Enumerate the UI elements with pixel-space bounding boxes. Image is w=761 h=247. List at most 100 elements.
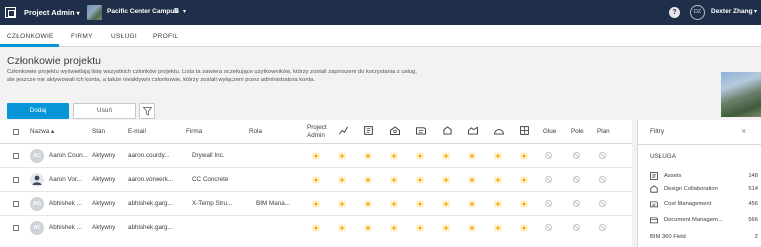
member-role: BIM Mana... xyxy=(256,200,290,207)
chevron-down-icon[interactable]: ▾ xyxy=(754,8,757,15)
service-active-icon[interactable] xyxy=(416,224,424,232)
service-active-icon[interactable] xyxy=(494,224,502,232)
filter-item-assets[interactable]: Assets 148 xyxy=(650,172,760,182)
tab-profile[interactable]: PROFIL xyxy=(153,33,178,40)
table-row[interactable]: AG Abhishek ... Aktywny abhishek.garg...… xyxy=(0,192,632,216)
member-company: Drywall Inc. xyxy=(192,152,225,159)
service-active-icon[interactable] xyxy=(312,176,320,184)
remove-button[interactable]: Usuń xyxy=(73,103,136,119)
chevron-down-icon: ▾ xyxy=(76,11,80,17)
service-active-icon[interactable] xyxy=(364,200,372,208)
help-icon[interactable]: ? xyxy=(669,7,680,18)
service-disabled-icon xyxy=(545,152,552,159)
project-thumbnail[interactable] xyxy=(87,5,102,20)
filter-button[interactable] xyxy=(139,103,155,119)
service-active-icon[interactable] xyxy=(338,200,346,208)
service-active-icon[interactable] xyxy=(364,152,372,160)
service-active-icon[interactable] xyxy=(390,200,398,208)
service-active-icon[interactable] xyxy=(390,224,398,232)
service-active-icon[interactable] xyxy=(390,152,398,160)
select-all-checkbox[interactable] xyxy=(13,129,19,135)
filter-item-label: Design Collaboration xyxy=(664,186,718,192)
row-checkbox[interactable] xyxy=(13,225,19,231)
service-active-icon[interactable] xyxy=(494,176,502,184)
column-header-glue[interactable]: Glue xyxy=(543,128,556,135)
member-email: aaron.vorwerk... xyxy=(128,176,174,183)
filter-item-count: 566 xyxy=(748,217,758,223)
model-icon xyxy=(468,126,478,135)
member-status: Aktywny xyxy=(92,152,116,159)
build-icon xyxy=(390,126,400,135)
user-avatar[interactable]: DZ xyxy=(690,5,705,20)
filter-icon xyxy=(143,107,152,116)
service-active-icon[interactable] xyxy=(520,152,528,160)
service-active-icon[interactable] xyxy=(312,152,320,160)
field-icon xyxy=(494,129,504,135)
column-header-plan[interactable]: Plan xyxy=(597,128,610,135)
tab-members[interactable]: CZŁONKOWIE xyxy=(7,33,54,40)
member-email: abhishek.garg... xyxy=(128,224,173,231)
service-disabled-icon xyxy=(545,224,552,231)
service-active-icon[interactable] xyxy=(442,200,450,208)
filter-item-design-collaboration[interactable]: Design Collaboration 514 xyxy=(650,185,760,195)
service-active-icon[interactable] xyxy=(468,224,476,232)
service-active-icon[interactable] xyxy=(468,152,476,160)
column-header-project-admin[interactable]: Project Admin xyxy=(307,124,331,139)
row-checkbox[interactable] xyxy=(13,201,19,207)
service-active-icon[interactable] xyxy=(312,224,320,232)
tab-companies[interactable]: FIRMY xyxy=(71,33,93,40)
column-header-field[interactable]: Pole xyxy=(571,128,584,135)
service-active-icon[interactable] xyxy=(442,176,450,184)
service-active-icon[interactable] xyxy=(468,200,476,208)
app-switcher[interactable]: Project Admin ▾ xyxy=(24,8,80,17)
service-active-icon[interactable] xyxy=(416,200,424,208)
column-header-role[interactable]: Rola xyxy=(249,128,262,135)
row-checkbox[interactable] xyxy=(13,177,19,183)
column-header-status[interactable]: Stan xyxy=(92,128,105,135)
service-active-icon[interactable] xyxy=(416,152,424,160)
service-active-icon[interactable] xyxy=(390,176,398,184)
service-active-icon[interactable] xyxy=(494,152,502,160)
table-row[interactable]: AC Aaron Coun... Aktywny aaron.courdy...… xyxy=(0,144,632,168)
add-button[interactable]: Dodaj xyxy=(7,103,69,119)
filter-item-label: Assets xyxy=(664,173,682,179)
member-name[interactable]: Abhishek ... xyxy=(49,224,89,231)
service-active-icon[interactable] xyxy=(338,152,346,160)
service-active-icon[interactable] xyxy=(364,176,372,184)
service-active-icon[interactable] xyxy=(338,176,346,184)
filter-item-label: Document Managem... xyxy=(664,217,723,223)
row-checkbox[interactable] xyxy=(13,153,19,159)
column-header-email[interactable]: E-mail xyxy=(128,128,146,135)
filter-item-document-management[interactable]: Document Managem... 566 xyxy=(650,216,760,226)
service-active-icon[interactable] xyxy=(520,176,528,184)
column-header-name[interactable]: Nazwa ▴ xyxy=(30,128,54,135)
service-active-icon[interactable] xyxy=(364,224,372,232)
user-name[interactable]: Dexter Zhang xyxy=(711,8,753,15)
divider xyxy=(638,144,761,145)
service-active-icon[interactable] xyxy=(468,176,476,184)
tab-services[interactable]: USŁUGI xyxy=(111,33,137,40)
member-name[interactable]: Aaron Vor... xyxy=(49,176,89,183)
person-icon xyxy=(32,175,42,185)
column-header-company[interactable]: Firma xyxy=(186,128,202,135)
filter-item-bim-360-field[interactable]: BIM 360 Field 2 xyxy=(650,233,760,243)
filter-item-cost-management[interactable]: Cost Management 456 xyxy=(650,200,760,210)
service-active-icon[interactable] xyxy=(338,224,346,232)
page-title: Członkowie projektu xyxy=(7,55,101,67)
service-active-icon[interactable] xyxy=(442,152,450,160)
service-active-icon[interactable] xyxy=(520,224,528,232)
project-name[interactable]: Pacific Center Campus xyxy=(107,8,178,15)
service-active-icon[interactable] xyxy=(442,224,450,232)
service-active-icon[interactable] xyxy=(494,200,502,208)
chevron-down-icon[interactable]: ▾ xyxy=(183,8,186,15)
table-row[interactable]: AT Abhishek ... Aktywny abhishek.garg... xyxy=(0,216,632,240)
filter-item-label: Cost Management xyxy=(664,201,712,207)
service-active-icon[interactable] xyxy=(416,176,424,184)
table-row[interactable]: Aaron Vor... Aktywny aaron.vorwerk... CC… xyxy=(0,168,632,192)
service-active-icon[interactable] xyxy=(520,200,528,208)
member-name[interactable]: Aaron Coun... xyxy=(49,152,89,159)
service-active-icon[interactable] xyxy=(312,200,320,208)
autodesk-logo-icon[interactable] xyxy=(5,7,16,18)
member-name[interactable]: Abhishek ... xyxy=(49,200,89,207)
close-icon[interactable]: × xyxy=(741,126,746,136)
